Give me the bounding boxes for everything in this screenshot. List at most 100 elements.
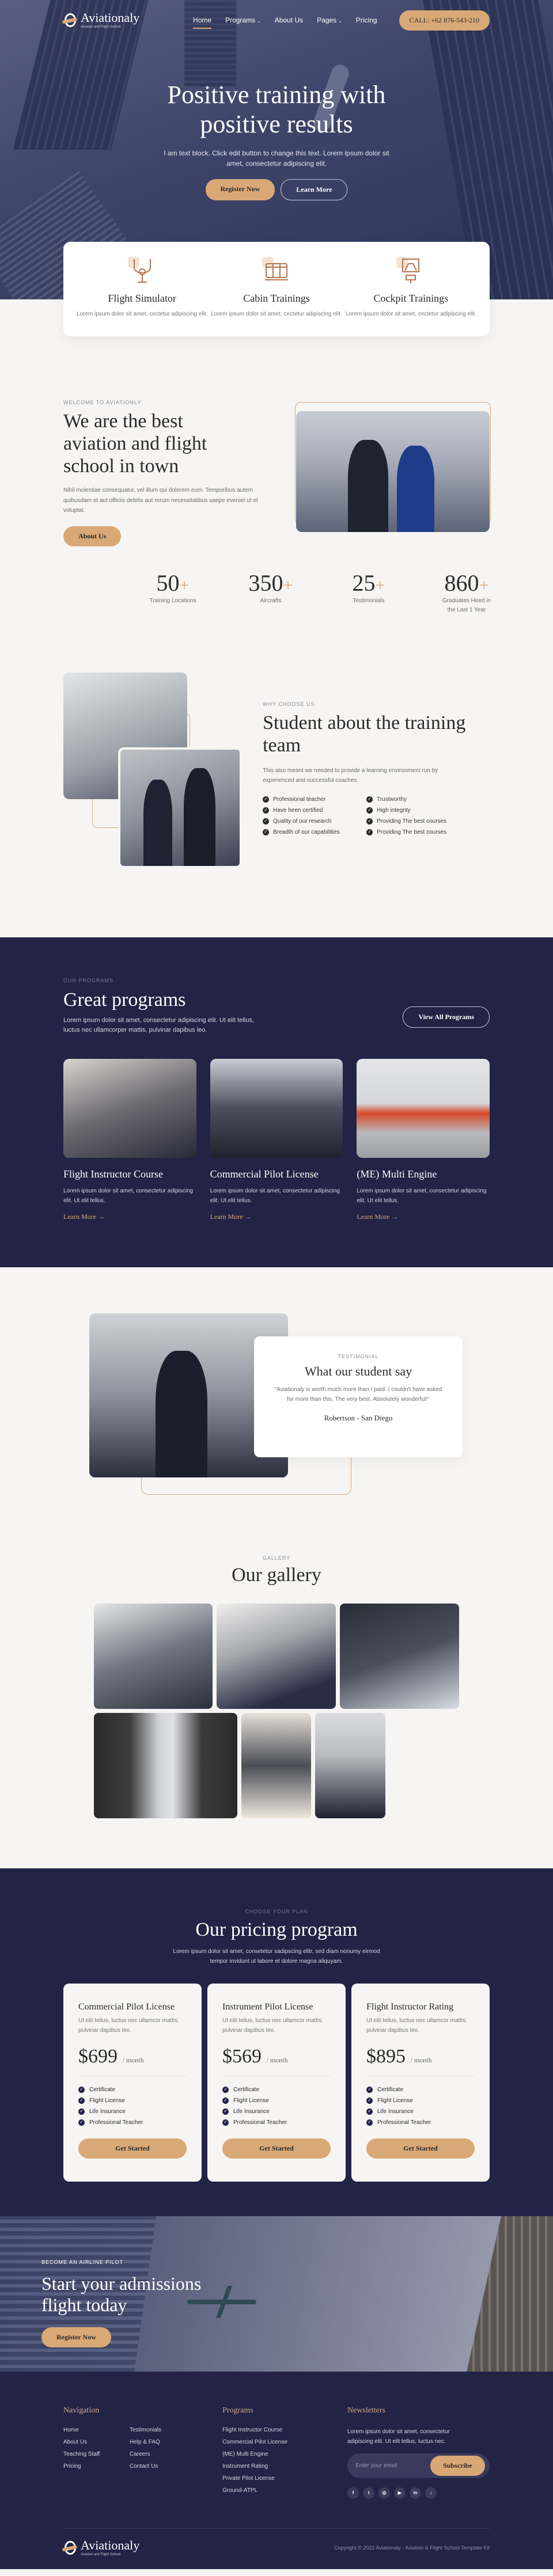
footer-link[interactable]: Private Pilot License [222, 2475, 347, 2482]
hero-title: Positive training with positive results [167, 81, 386, 138]
program-text: Lorem ipsum dolor sit amet, consectetur … [63, 1187, 194, 1204]
linkedin-icon[interactable]: in [410, 2487, 421, 2499]
plan-feature: ✓ Life Insurance [222, 2108, 331, 2115]
feature-cabin-trainings: Cabin Trainings Lorem ipsum dolor sit am… [209, 257, 343, 319]
link-label: Learn More [210, 1212, 243, 1221]
youtube-icon[interactable]: ▶ [394, 2487, 406, 2499]
footer-link[interactable]: Help & FAQ [130, 2439, 196, 2445]
footer-link[interactable]: Instrument Rating [222, 2463, 347, 2469]
check-item: ✓ Professional teacher [263, 796, 366, 803]
footer: Navigation Home About Us Teaching Staff … [0, 2371, 553, 2569]
stat-value: 25 [352, 569, 376, 596]
footer-navigation: Navigation Home About Us Teaching Staff … [63, 2406, 222, 2499]
check-circle-icon: ✓ [222, 2086, 229, 2093]
nav-label: About Us [274, 16, 304, 24]
feature-label: Flight License [377, 2097, 413, 2104]
instagram-icon[interactable]: ◎ [378, 2487, 390, 2499]
nav-item-pricing[interactable]: Pricing [356, 16, 377, 24]
email-input[interactable] [350, 2462, 430, 2469]
check-item: ✓ Providing The best courses [366, 829, 470, 835]
stat-graduates: 860+ Graduates Hired in the Last 1 Year [438, 569, 495, 615]
learn-more-button[interactable]: Learn More [281, 179, 348, 201]
twitter-icon[interactable]: t [363, 2487, 374, 2499]
stat-label: Graduates Hired in the Last 1 Year [442, 597, 491, 613]
feature-label: Life Insurance [377, 2108, 414, 2115]
pricing-card: Commercial Pilot License Ut elit tellus,… [63, 1983, 202, 2182]
gallery-image[interactable] [340, 1603, 459, 1709]
view-all-programs-button[interactable]: View All Programs [403, 1006, 490, 1028]
check-circle-icon: ✓ [366, 2119, 373, 2126]
footer-link[interactable]: Flight Instructor Course [222, 2427, 347, 2433]
footer-link[interactable]: Testimonials [130, 2427, 196, 2433]
facebook-icon[interactable]: f [347, 2487, 359, 2499]
check-label: High integrity [377, 807, 411, 814]
stat-value: 860 [444, 569, 479, 596]
subscribe-button[interactable]: Subscribe [430, 2455, 485, 2476]
footer-link[interactable]: Contact Us [130, 2463, 196, 2469]
arrow-right-icon: → [244, 1212, 252, 1221]
check-label: Trustworthy [377, 796, 407, 803]
nav-label: Pages [317, 16, 337, 24]
check-circle-icon: ✓ [366, 818, 373, 825]
check-circle-icon: ✓ [366, 2086, 373, 2093]
program-title: Flight Instructor Course [63, 1168, 163, 1180]
check-circle-icon: ✓ [78, 2108, 85, 2115]
register-now-button[interactable]: Register Now [205, 179, 275, 201]
nav-item-pages[interactable]: Pages ⌄ [317, 16, 342, 24]
plan-name: Flight Instructor Rating [366, 2001, 454, 2012]
learn-more-link[interactable]: Learn More → [63, 1213, 196, 1221]
footer-link[interactable]: Careers [130, 2451, 196, 2457]
cta-register-button[interactable]: Register Now [41, 2327, 111, 2347]
feature-title: Cabin Trainings [243, 292, 310, 304]
chevron-down-icon: ⌄ [338, 18, 342, 24]
features-card: Flight Simulator Lorem ipsum dolor sit a… [63, 242, 490, 336]
footer-heading: Programs [222, 2406, 253, 2415]
learn-more-link[interactable]: Learn More → [357, 1213, 490, 1221]
nav-menu: Home Programs ⌄ About Us Pages ⌄ Pricing C… [193, 10, 490, 31]
nav-item-programs[interactable]: Programs ⌄ [225, 16, 261, 24]
check-circle-icon: ✓ [263, 818, 270, 825]
footer-link[interactable]: Commercial Pilot License [222, 2439, 347, 2445]
plan-period: / month [266, 2056, 288, 2064]
gallery-image[interactable] [315, 1712, 385, 1818]
check-circle-icon: ✓ [222, 2097, 229, 2104]
get-started-button[interactable]: Get Started [78, 2138, 187, 2159]
get-started-button[interactable]: Get Started [366, 2138, 475, 2159]
checklist: ✓ Professional teacher ✓ Trustworthy ✓ Have… [263, 796, 490, 835]
footer-link[interactable]: Ground-ATPL [222, 2487, 347, 2494]
feature-label: Life Insurance [233, 2108, 270, 2115]
check-label: Quality of our research [273, 818, 332, 825]
get-started-button[interactable]: Get Started [222, 2138, 331, 2159]
feature-label: Certificate [377, 2086, 404, 2093]
cta-section: BECOME AN AIRLINE PILOT Start your admis… [0, 2216, 553, 2372]
footer-link[interactable]: About Us [63, 2439, 130, 2445]
footer-link[interactable]: Home [63, 2427, 130, 2433]
about-us-button[interactable]: About Us [63, 526, 122, 546]
footer-logo[interactable]: Aviationaly Aviation and Flight School [62, 2539, 139, 2556]
logo[interactable]: Aviationaly Aviation and Flight School [62, 12, 139, 29]
footer-link[interactable]: Pricing [63, 2463, 130, 2469]
call-button[interactable]: CALL: +62 876-543-210 [399, 10, 490, 31]
check-circle-icon: ✓ [263, 807, 270, 814]
program-text: Lorem ipsum dolor sit amet, consectetur … [210, 1187, 340, 1204]
footer-link[interactable]: (ME) Multi Engine [222, 2451, 347, 2457]
tiktok-icon[interactable]: ♪ [425, 2487, 437, 2499]
social-links: f t ◎ ▶ in ♪ [347, 2487, 490, 2499]
about-section: WELCOME TO AVIATIONLY We are the best av… [0, 336, 553, 546]
gallery-image[interactable] [94, 1712, 237, 1818]
stat-testimonials: 25+ Testimonials [340, 569, 397, 615]
program-card: Commercial Pilot License Lorem ipsum dol… [210, 1058, 343, 1221]
footer-heading: Navigation [63, 2406, 100, 2415]
plan-feature: ✓ Life Insurance [78, 2108, 187, 2115]
learn-more-link[interactable]: Learn More → [210, 1213, 343, 1221]
pricing-eyebrow: CHOOSE YOUR PLAN [245, 1908, 308, 1914]
gallery-image[interactable] [241, 1712, 311, 1818]
footer-link[interactable]: Teaching Staff [63, 2451, 130, 2457]
pilot-figure [156, 1350, 207, 1477]
gallery-image[interactable] [94, 1603, 213, 1709]
feature-label: Certificate [89, 2086, 116, 2093]
attendant-figure [143, 779, 172, 866]
gallery-image[interactable] [217, 1603, 336, 1709]
nav-item-home[interactable]: Home [193, 16, 212, 29]
nav-item-about[interactable]: About Us [275, 16, 303, 24]
